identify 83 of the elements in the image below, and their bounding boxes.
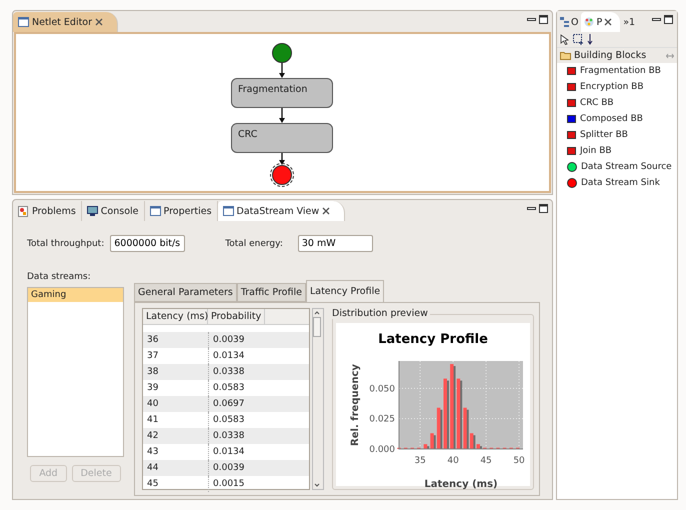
- minimize-icon: [527, 15, 536, 24]
- tick-label: 40: [447, 456, 459, 466]
- connector-arrow: [279, 63, 285, 78]
- table-cell: 38: [143, 364, 209, 380]
- table-cell: 44: [143, 460, 209, 476]
- table-cell-text: 0.0039: [212, 335, 246, 345]
- palette-item[interactable]: Fragmentation BB: [580, 66, 661, 76]
- tab[interactable]: Traffic Profile: [236, 283, 306, 302]
- table-cell-text: 0.0039: [212, 463, 246, 473]
- table-cell-text: 0.0697: [212, 399, 246, 409]
- folder-icon: [560, 51, 571, 60]
- scrollbar[interactable]: [312, 308, 324, 490]
- palette-item[interactable]: Join BB: [580, 146, 612, 156]
- down-arrow-icon: [587, 34, 593, 45]
- axis-title: Rel. frequency: [350, 364, 361, 446]
- table-cell: 36: [143, 332, 209, 348]
- close-icon: [604, 18, 612, 26]
- table-cell: 40: [143, 396, 209, 412]
- close-icon: [95, 18, 104, 26]
- table-cell-text: 0.0134: [212, 447, 246, 457]
- monitor-icon: [86, 206, 98, 216]
- warning-list-icon: [18, 206, 29, 216]
- table-cell-text: 0.0338: [212, 367, 246, 377]
- table-cell-text: 0.0015: [212, 479, 246, 489]
- minimize-icon: [527, 204, 536, 213]
- tick-label: 35: [414, 456, 426, 466]
- column-header[interactable]: Latency (ms): [143, 309, 208, 324]
- list-item[interactable]: Gaming: [28, 288, 123, 302]
- energy-field[interactable]: 30 mW: [298, 235, 373, 252]
- table-cell-text: 0.0583: [212, 415, 246, 425]
- palette-item[interactable]: CRC BB: [580, 98, 614, 108]
- close-icon: [322, 207, 330, 215]
- tick-label: 0.050: [369, 384, 395, 394]
- window-icon: [222, 206, 234, 216]
- column-header[interactable]: Probability: [208, 309, 266, 324]
- palette-icon: [584, 17, 594, 27]
- view-tab[interactable]: Problems: [13, 201, 82, 221]
- field-label: Total energy:: [225, 238, 283, 248]
- start-node[interactable]: [272, 43, 292, 63]
- connector-arrow: [279, 108, 285, 123]
- view-tab[interactable]: »1: [620, 12, 638, 32]
- view-tab[interactable]: Console: [82, 201, 145, 221]
- table-cell-text: 0.0338: [212, 431, 246, 441]
- block-node[interactable]: CRC: [231, 123, 333, 153]
- palette-item[interactable]: Encryption BB: [580, 82, 644, 92]
- list-label: Data streams:: [27, 272, 92, 282]
- palette-item[interactable]: Splitter BB: [580, 130, 628, 140]
- tick-label: 50: [513, 456, 525, 466]
- tree-icon: [560, 17, 569, 27]
- end-node[interactable]: [272, 165, 292, 185]
- minimize-icon: [652, 15, 661, 24]
- scroll-thumb: [313, 317, 323, 337]
- table-cell: 42: [143, 428, 209, 444]
- tick-label: 0.025: [369, 414, 395, 425]
- editor-tab[interactable]: Netlet Editor: [13, 12, 118, 32]
- marquee-icon: [573, 34, 584, 45]
- maximize-icon: [539, 204, 548, 213]
- maximize-icon: [664, 15, 673, 24]
- window-icon: [18, 17, 29, 27]
- table-cell-text: 0.0583: [212, 383, 246, 393]
- view-tab[interactable]: DataStream View: [218, 201, 346, 221]
- tab[interactable]: Latency Profile: [306, 280, 384, 302]
- palette-item[interactable]: Data Stream Sink: [581, 178, 660, 188]
- group-label: Distribution preview: [332, 308, 430, 319]
- table-cell: 45: [143, 476, 209, 492]
- maximize-icon: [539, 15, 548, 24]
- axis-title: Latency (ms): [424, 479, 498, 490]
- block-node[interactable]: Fragmentation: [231, 78, 333, 108]
- window-icon: [150, 206, 161, 216]
- stream-list[interactable]: Gaming: [27, 287, 124, 457]
- view-tab[interactable]: O: [557, 12, 582, 32]
- view-tab[interactable]: Properties: [144, 201, 218, 221]
- tick-label: 0.000: [369, 445, 395, 455]
- throughput-field[interactable]: 6000000 bit/s: [110, 235, 186, 252]
- field-label: Total throughput:: [27, 238, 104, 248]
- table-cell-text: 0.0134: [212, 351, 246, 361]
- tab[interactable]: General Parameters: [134, 283, 237, 302]
- palette-item[interactable]: Composed BB: [580, 114, 643, 124]
- view-tab[interactable]: P: [581, 12, 620, 32]
- tick-label: 45: [480, 456, 492, 466]
- chart-title: Latency Profile: [378, 332, 488, 347]
- pointer-icon: [560, 34, 570, 45]
- palette-item[interactable]: Data Stream Source: [581, 162, 672, 172]
